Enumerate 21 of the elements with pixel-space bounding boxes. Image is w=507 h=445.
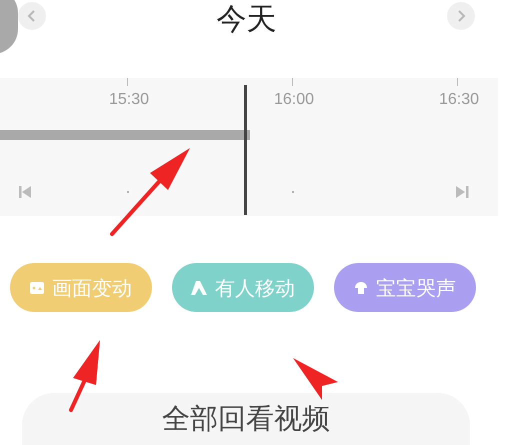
filter-chip[interactable]: 有人移动 <box>172 263 314 312</box>
time-label: 16:30 <box>439 90 480 110</box>
playhead-line[interactable] <box>244 85 247 215</box>
baby-icon <box>354 280 368 294</box>
next-day-button[interactable] <box>447 2 475 30</box>
skip-start-icon[interactable] <box>18 185 32 199</box>
annotation-arrow <box>293 358 338 400</box>
chevron-right-icon <box>456 10 466 22</box>
time-label: 16:00 <box>274 90 314 110</box>
timeline-panel[interactable]: 15:30 16:00 16:30 <box>0 78 498 216</box>
annotation-arrow <box>69 340 100 412</box>
date-title: 今天 <box>216 2 276 38</box>
image-icon <box>30 282 44 294</box>
time-label: 15:30 <box>109 90 150 110</box>
chevron-left-icon <box>27 10 37 22</box>
filter-chip[interactable]: 宝宝哭声 <box>334 263 476 312</box>
previous-day-button[interactable] <box>18 2 46 30</box>
filter-chip[interactable]: 画面变动 <box>10 263 152 312</box>
skip-end-icon[interactable] <box>455 185 471 199</box>
person-icon <box>191 280 207 294</box>
watch-all-videos-button[interactable]: 全部回看视频 <box>22 393 470 445</box>
